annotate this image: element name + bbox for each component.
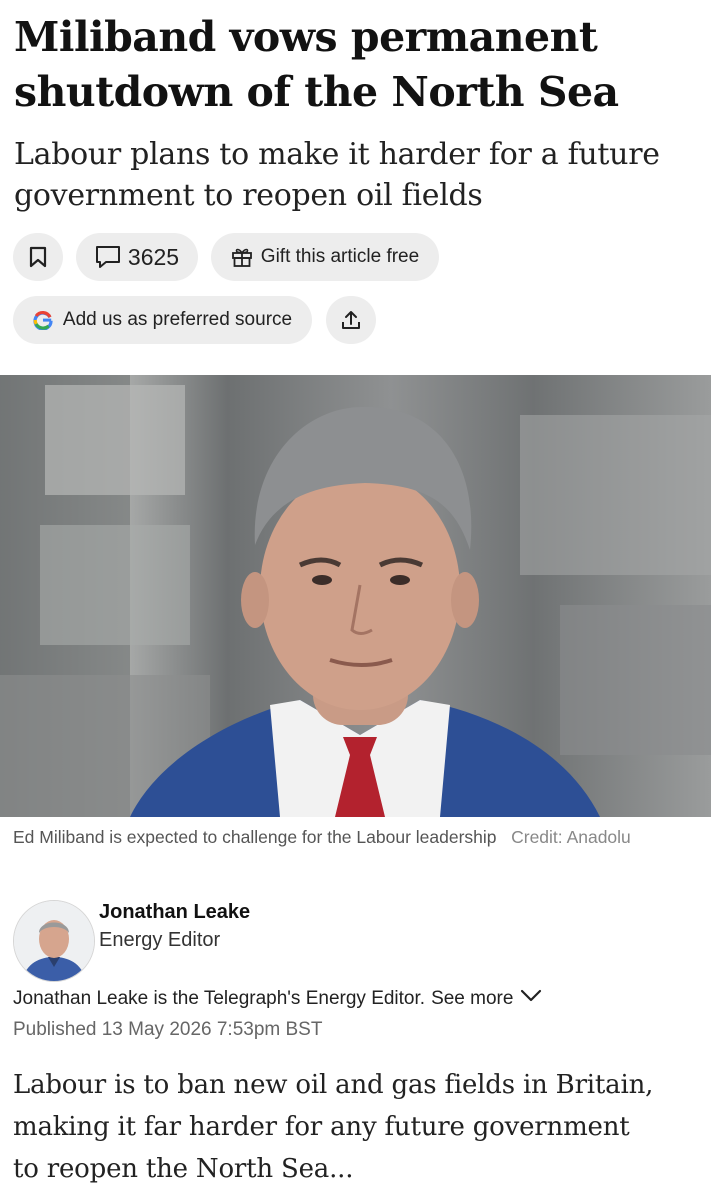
author-avatar[interactable]: [13, 900, 95, 982]
hero-photo: [0, 375, 711, 817]
gift-icon: [231, 246, 253, 268]
article-body: Labour is to ban new oil and gas fields …: [13, 1064, 703, 1190]
body-line-1: Labour is to ban new oil and gas fields …: [13, 1070, 654, 1100]
headline: Miliband vows permanent shutdown of the …: [14, 10, 704, 120]
share-icon: [340, 309, 362, 331]
caption-text: Ed Miliband is expected to challenge for…: [13, 827, 497, 847]
credit-name: Anadolu: [566, 827, 631, 847]
share-button[interactable]: [326, 296, 376, 344]
author-bio-text: Jonathan Leake is the Telegraph's Energy…: [13, 988, 426, 1009]
bookmark-button[interactable]: [13, 233, 63, 281]
published-date: Published 13 May 2026 7:53pm BST: [13, 1019, 323, 1040]
comments-button[interactable]: 3625: [76, 233, 198, 281]
google-icon: [33, 310, 53, 330]
comment-icon: [95, 245, 121, 269]
credit-label: Credit:: [511, 827, 563, 847]
author-name[interactable]: Jonathan Leake: [99, 901, 250, 924]
author-bio: Jonathan Leake is the Telegraph's Energy…: [13, 988, 543, 1010]
headline-line-2: shutdown of the North Sea: [14, 68, 619, 116]
image-caption: Ed Miliband is expected to challenge for…: [13, 825, 703, 850]
preferred-source-label: Add us as preferred source: [62, 309, 293, 330]
see-more-link[interactable]: See more: [431, 988, 513, 1010]
comment-count: 3625: [127, 243, 180, 270]
body-line-2: making it far harder for any future gove…: [13, 1112, 630, 1142]
preferred-source-button[interactable]: Add us as preferred source: [13, 296, 312, 344]
headline-line-1: Miliband vows permanent: [14, 13, 598, 61]
body-line-3: to reopen the North Sea...: [13, 1154, 354, 1184]
bookmark-icon: [29, 246, 47, 268]
portrait-illustration: [0, 375, 711, 817]
chevron-down-icon[interactable]: [519, 988, 543, 1010]
standfirst: Labour plans to make it harder for a fut…: [14, 137, 660, 213]
author-role: Energy Editor: [99, 929, 221, 951]
gift-article-button[interactable]: Gift this article free: [211, 233, 439, 281]
gift-label: Gift this article free: [260, 246, 420, 267]
